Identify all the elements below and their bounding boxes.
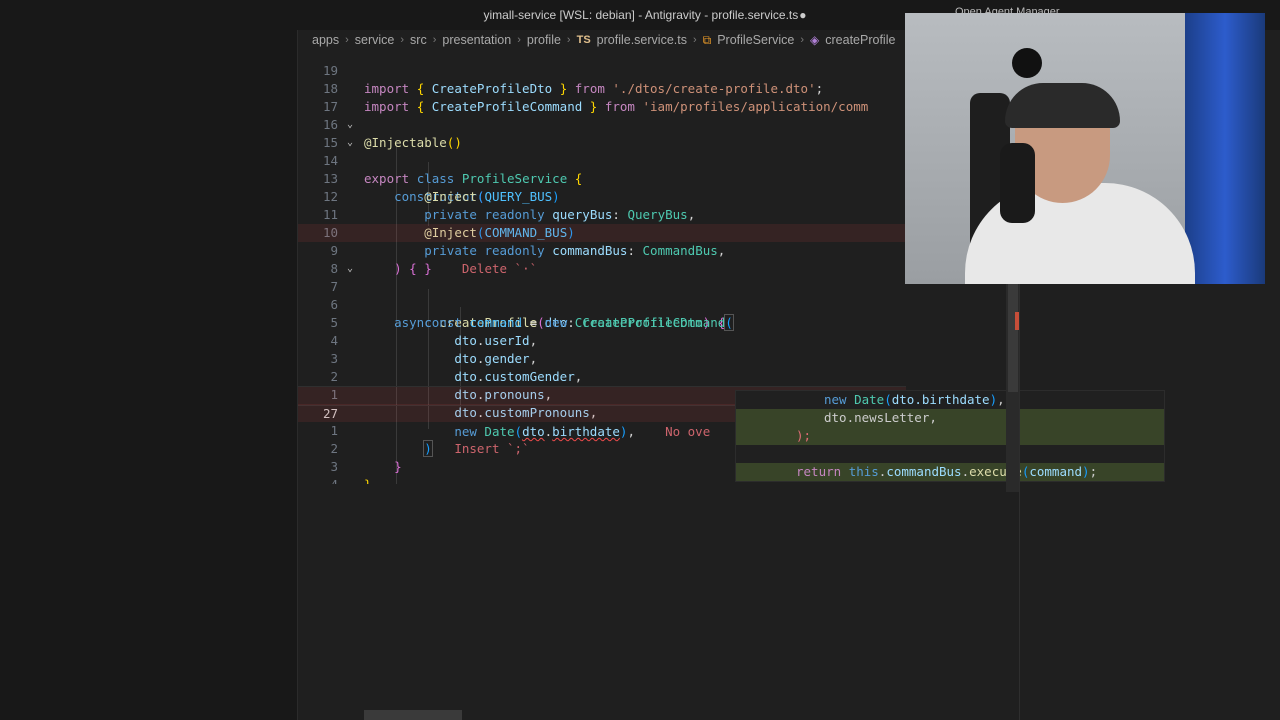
code-line[interactable]: 15 ⌄ export class ProfileService { [298,116,906,186]
suggestion-added-line: ); [736,427,1164,445]
code-line[interactable]: 14 ⌄ constructor( [298,134,906,204]
sidebar [0,30,298,720]
chevron-down-icon[interactable]: ⌄ [347,134,353,152]
chevron-down-icon[interactable]: ⌄ [347,260,353,278]
overview-ruler [1019,284,1020,720]
code-line[interactable]: 19 import { CreateProfileDto } from './d… [298,44,906,96]
line-number: 4 [298,476,338,484]
code-line[interactable]: 4 dto.gender, [298,314,906,366]
webcam-microphone [1000,143,1035,223]
code-line[interactable]: 13 @Inject(QUERY_BUS) [298,152,906,204]
code-line[interactable]: 2 dto.pronouns, [298,350,906,402]
suggestion-blank-line [736,445,1164,463]
code-line[interactable]: 16 @Injectable() [298,98,906,150]
suggestion-line: new Date(dto.birthdate), [824,392,1005,407]
webcam-lamp [1012,48,1042,78]
code-line-pending-delete[interactable]: 9 ) { } Delete `·` [298,224,906,276]
code-line[interactable]: 17 [298,80,906,114]
suggestion-added-line: return this.commandBus.execute(command); [736,463,1164,481]
code-line[interactable]: 10 private readonly commandBus: CommandB… [298,206,906,258]
code-line[interactable]: 18 import { CreateProfileCommand } from … [298,62,906,114]
code-line[interactable]: 12 private readonly queryBus: QueryBus, [298,170,906,222]
horizontal-scrollbar-thumb[interactable] [364,710,462,720]
code-line[interactable]: 3 dto.customGender, [298,332,906,384]
code-line[interactable]: 1 dto.customPronouns, [298,368,906,420]
code-line[interactable]: 5 dto.userId, [298,296,906,348]
webcam-person-cap [1005,83,1120,128]
code-line[interactable]: 11 @Inject(COMMAND_BUS) [298,188,906,240]
webcam-overlay [905,13,1265,284]
code-line[interactable]: 7 ⌄ async createProfile(dto: CreateProfi… [298,260,906,330]
vertical-scrollbar-thumb[interactable] [1008,284,1018,392]
unsaved-indicator: ● [799,8,807,22]
inline-suggestion-panel[interactable]: new Date(dto.birthdate), dto.newsLetter,… [735,390,1165,482]
code-line[interactable]: 8 [298,242,906,276]
chevron-down-icon[interactable]: ⌄ [347,116,353,134]
code-text: } [364,476,372,484]
suggestion-added-line: dto.newsLetter, [736,409,1164,427]
webcam-curtain [1185,13,1265,284]
code-line[interactable]: 6 const command = new CreateProfileComma… [298,278,906,331]
